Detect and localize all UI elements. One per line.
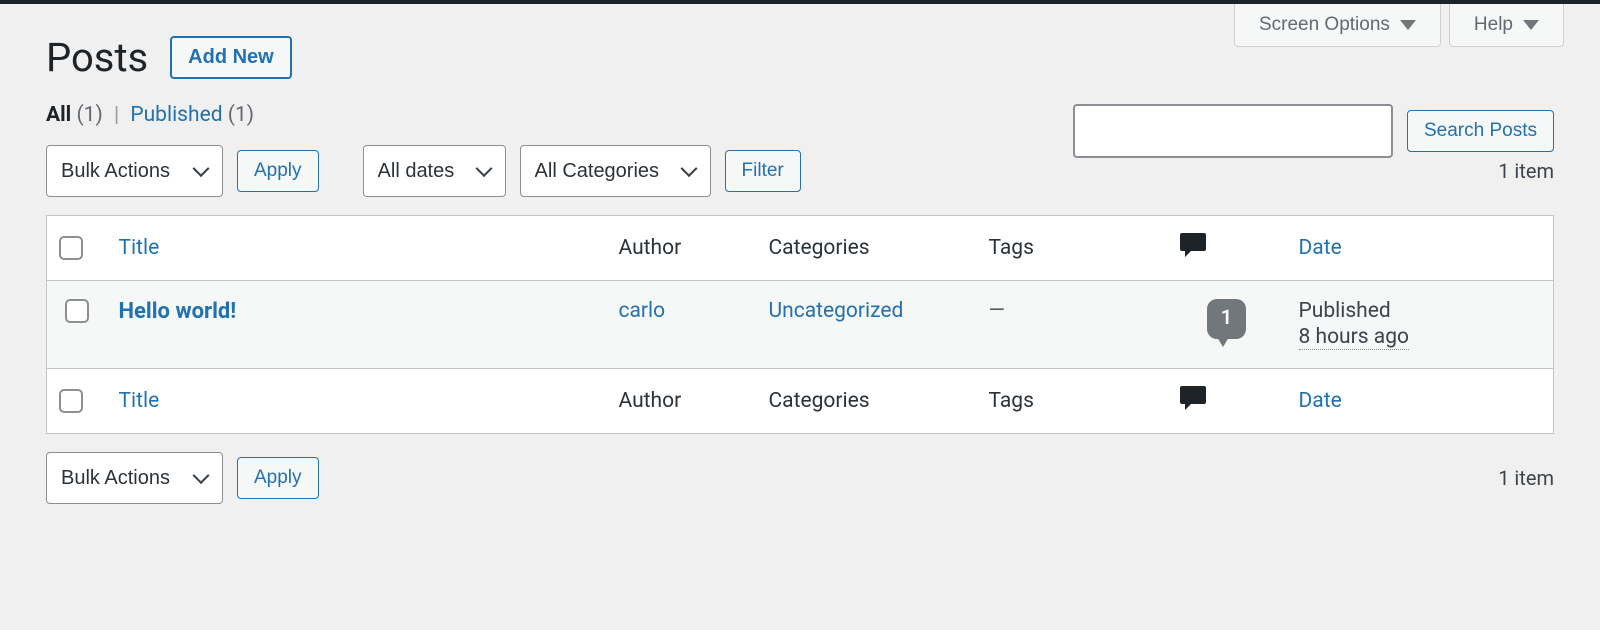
col-author-foot: Author	[607, 369, 757, 434]
col-checkbox	[47, 216, 107, 281]
table-header-row: Title Author Categories Tags Date	[47, 216, 1554, 281]
help-label: Help	[1474, 14, 1513, 36]
row-tags-cell: —	[977, 281, 1167, 369]
filter-published-link[interactable]: Published	[130, 103, 222, 127]
dates-wrap: All dates	[363, 145, 506, 197]
items-count-bottom: 1 item	[1498, 466, 1554, 490]
separator: |	[108, 103, 125, 127]
items-count-top: 1 item	[1498, 159, 1554, 183]
col-categories-foot: Categories	[757, 369, 977, 434]
row-categories-cell: Uncategorized	[757, 281, 977, 369]
col-checkbox-foot	[47, 369, 107, 434]
chevron-down-icon	[1523, 20, 1539, 30]
row-status: Published	[1299, 299, 1542, 323]
filter-published-count: (1)	[228, 103, 254, 127]
comments-icon	[1179, 232, 1207, 258]
add-new-button[interactable]: Add New	[170, 36, 292, 79]
categories-select[interactable]: All Categories	[520, 145, 711, 197]
filter-all-count: (1)	[76, 103, 102, 127]
bulk-actions-select-bottom[interactable]: Bulk Actions	[46, 452, 223, 504]
select-all-checkbox-foot[interactable]	[59, 389, 83, 413]
bulk-actions-wrap: Bulk Actions	[46, 145, 223, 197]
col-comments-foot	[1167, 369, 1287, 434]
select-all-checkbox[interactable]	[59, 236, 83, 260]
tablenav-bottom: Bulk Actions Apply 1 item	[46, 452, 1554, 504]
row-checkbox-cell	[47, 281, 107, 369]
col-date[interactable]: Date	[1287, 216, 1554, 281]
search-posts-button[interactable]: Search Posts	[1407, 110, 1554, 152]
row-comments-cell: 1	[1167, 281, 1287, 369]
bulk-actions-select[interactable]: Bulk Actions	[46, 145, 223, 197]
row-checkbox[interactable]	[65, 299, 89, 323]
apply-button-top[interactable]: Apply	[237, 150, 319, 192]
row-author-link[interactable]: carlo	[619, 299, 666, 323]
row-time: 8 hours ago	[1299, 325, 1410, 350]
comments-icon	[1179, 385, 1207, 411]
page-title: Posts	[46, 34, 148, 81]
col-tags-foot: Tags	[977, 369, 1167, 434]
row-category-link[interactable]: Uncategorized	[769, 299, 904, 323]
table-row: Hello world! carlo Uncategorized — 1 Pub…	[47, 281, 1554, 369]
screen-meta-links: Screen Options Help	[1234, 4, 1564, 47]
col-tags: Tags	[977, 216, 1167, 281]
bulk-actions-wrap-bottom: Bulk Actions	[46, 452, 223, 504]
posts-table: Title Author Categories Tags Date Hello …	[46, 215, 1554, 434]
row-author-cell: carlo	[607, 281, 757, 369]
table-footer-row: Title Author Categories Tags Date	[47, 369, 1554, 434]
apply-button-bottom[interactable]: Apply	[237, 457, 319, 499]
col-title[interactable]: Title	[107, 216, 607, 281]
filter-button[interactable]: Filter	[725, 150, 801, 192]
screen-options-label: Screen Options	[1259, 14, 1390, 36]
screen-options-button[interactable]: Screen Options	[1234, 4, 1441, 47]
comment-count-badge[interactable]: 1	[1207, 299, 1246, 339]
col-categories: Categories	[757, 216, 977, 281]
content-wrap: Posts Add New All (1) | Published (1) Se…	[0, 4, 1600, 504]
col-date-foot[interactable]: Date	[1287, 369, 1554, 434]
categories-wrap: All Categories	[520, 145, 711, 197]
search-row: Search Posts	[1073, 104, 1554, 158]
filter-all-label[interactable]: All	[46, 103, 71, 127]
help-button[interactable]: Help	[1449, 4, 1564, 47]
chevron-down-icon	[1400, 20, 1416, 30]
row-title-cell: Hello world!	[107, 281, 607, 369]
dates-select[interactable]: All dates	[363, 145, 506, 197]
col-comments	[1167, 216, 1287, 281]
col-title-foot[interactable]: Title	[107, 369, 607, 434]
row-date-cell: Published 8 hours ago	[1287, 281, 1554, 369]
row-title-link[interactable]: Hello world!	[119, 299, 237, 324]
search-input[interactable]	[1073, 104, 1393, 158]
col-author: Author	[607, 216, 757, 281]
